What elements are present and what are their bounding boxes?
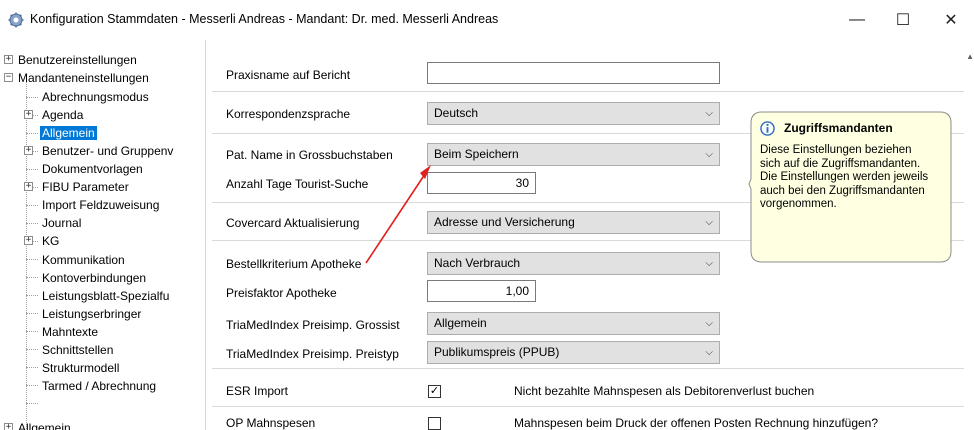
- tree-item-kg[interactable]: + KG: [24, 232, 59, 250]
- tree-item-strukturmodell[interactable]: Strukturmodell: [42, 359, 119, 377]
- callout-content: Zugriffsmandanten Diese Einstellungen be…: [760, 118, 945, 212]
- tree-item-label: Import Feldzuweisung: [42, 198, 160, 212]
- scroll-up-arrow-icon[interactable]: ▲: [966, 52, 974, 61]
- callout-body: Diese Einstellungen beziehen sich auf di…: [760, 144, 929, 210]
- tourist-label: Anzahl Tage Tourist-Suche: [226, 177, 369, 191]
- tree-item-label: Strukturmodell: [42, 361, 120, 375]
- chevron-down-icon: ⌵: [705, 258, 713, 269]
- settings-tree[interactable]: + Benutzereinstellungen − Mandanteneinst…: [0, 40, 206, 430]
- app-gear-icon: [8, 12, 24, 28]
- chevron-down-icon: ⌵: [705, 149, 713, 160]
- tree-item-mahntexte[interactable]: Mahntexte: [42, 323, 98, 341]
- tree-item-label: Dokumentvorlagen: [42, 162, 143, 176]
- tree-item-allgemein-root[interactable]: + Allgemein: [4, 419, 71, 430]
- pat-name-value: Beim Speichern: [434, 147, 519, 161]
- tree-item-label: Leistungsblatt-Spezialfu: [42, 289, 170, 303]
- tree-item-label: Journal: [42, 216, 82, 230]
- tree-item-schnittstellen[interactable]: Schnittstellen: [42, 341, 113, 359]
- op-option-label: Mahnspesen beim Druck der offenen Posten…: [514, 416, 879, 430]
- expand-icon[interactable]: +: [24, 146, 33, 155]
- esr-checkbox[interactable]: ✓: [428, 385, 441, 398]
- bestell-select[interactable]: Nach Verbrauch ⌵: [427, 252, 720, 275]
- esr-option-label: Nicht bezahlte Mahnspesen als Debitorenv…: [514, 384, 815, 398]
- tree-item-label: Agenda: [42, 108, 84, 122]
- chevron-down-icon: ⌵: [705, 217, 713, 228]
- korrespondenz-label: Korrespondenzsprache: [226, 107, 351, 121]
- op-label: OP Mahnspesen: [226, 416, 316, 430]
- tree-item-label: Schnittstellen: [42, 343, 114, 357]
- tree-item-import-feldzuweisung[interactable]: Import Feldzuweisung: [42, 196, 159, 214]
- tree-item-label: Allgemein: [40, 126, 97, 140]
- expand-icon[interactable]: +: [24, 110, 33, 119]
- collapse-icon[interactable]: −: [4, 73, 13, 82]
- preisfaktor-input[interactable]: 1,00: [427, 280, 536, 302]
- bestell-value: Nach Verbrauch: [434, 256, 521, 270]
- tria-preistyp-label: TriaMedIndex Preisimp. Preistyp: [226, 347, 399, 361]
- minimize-button[interactable]: —: [834, 0, 880, 40]
- title-bar: Konfiguration Stammdaten - Messerli Andr…: [0, 0, 974, 40]
- tree-item-agenda[interactable]: + Agenda: [24, 106, 83, 124]
- expand-icon[interactable]: +: [4, 55, 13, 64]
- tree-item-label: Tarmed / Abrechnung: [42, 379, 157, 393]
- tree-item-label: Mandanteneinstellungen: [18, 71, 149, 85]
- tree-item-benutzereinstellungen[interactable]: + Benutzereinstellungen: [4, 51, 137, 69]
- tree-item-abrechnungsmodus[interactable]: Abrechnungsmodus: [42, 88, 149, 106]
- tree-item-kontoverbindungen[interactable]: Kontoverbindungen: [42, 269, 146, 287]
- tree-item-fibu-parameter[interactable]: + FIBU Parameter: [24, 178, 129, 196]
- covercard-value: Adresse und Versicherung: [434, 215, 575, 229]
- maximize-button[interactable]: ☐: [880, 0, 926, 40]
- tria-grossist-label: TriaMedIndex Preisimp. Grossist: [226, 318, 400, 332]
- esr-label: ESR Import: [226, 384, 289, 398]
- tria-grossist-value: Allgemein: [434, 316, 487, 330]
- tree-item-label: Kommunikation: [42, 253, 125, 267]
- korrespondenz-value: Deutsch: [434, 106, 479, 120]
- chevron-down-icon: ⌵: [705, 108, 713, 119]
- tree-item-label: Benutzereinstellungen: [18, 53, 137, 67]
- tree-item-label: Allgemein: [18, 421, 71, 430]
- tree-item-label: Abrechnungsmodus: [42, 90, 149, 104]
- tria-preistyp-value: Publikumspreis (PPUB): [434, 345, 560, 359]
- tree-item-leistungsblatt[interactable]: Leistungsblatt-Spezialfu: [42, 287, 169, 305]
- tria-preistyp-select[interactable]: Publikumspreis (PPUB) ⌵: [427, 341, 720, 364]
- covercard-select[interactable]: Adresse und Versicherung ⌵: [427, 211, 720, 234]
- window-title: Konfiguration Stammdaten - Messerli Andr…: [30, 12, 499, 26]
- expand-icon[interactable]: +: [4, 423, 13, 430]
- tree-item-dokumentvorlagen[interactable]: Dokumentvorlagen: [42, 160, 143, 178]
- chevron-down-icon: ⌵: [705, 318, 713, 329]
- chevron-down-icon: ⌵: [705, 347, 713, 358]
- tree-item-allgemein[interactable]: Allgemein: [40, 124, 97, 142]
- close-button[interactable]: ✕: [928, 0, 974, 40]
- covercard-label: Covercard Aktualisierung: [226, 216, 360, 230]
- tree-item-kommunikation[interactable]: Kommunikation: [42, 251, 125, 269]
- tria-grossist-select[interactable]: Allgemein ⌵: [427, 312, 720, 335]
- info-icon: [760, 120, 775, 136]
- tree-item-label: KG: [42, 234, 60, 248]
- tree-item-label: Leistungserbringer: [42, 307, 142, 321]
- praxisname-input[interactable]: [427, 62, 720, 84]
- tree-item-leistungserbringer[interactable]: Leistungserbringer: [42, 305, 141, 323]
- expand-icon[interactable]: +: [24, 236, 33, 245]
- expand-icon[interactable]: +: [24, 182, 33, 191]
- tree-item-mandanteneinstellungen[interactable]: − Mandanteneinstellungen: [4, 69, 149, 87]
- tree-item-label: Mahntexte: [42, 325, 99, 339]
- preisfaktor-label: Preisfaktor Apotheke: [226, 286, 337, 300]
- tree-item-benutzer-gruppen[interactable]: + Benutzer- und Gruppenv: [24, 142, 173, 160]
- tree-item-journal[interactable]: Journal: [42, 214, 81, 232]
- op-checkbox[interactable]: [428, 417, 441, 430]
- pat-name-select[interactable]: Beim Speichern ⌵: [427, 143, 720, 166]
- praxisname-label: Praxisname auf Bericht: [226, 68, 351, 82]
- tree-item-label: Kontoverbindungen: [42, 271, 147, 285]
- callout-title: Zugriffsmandanten: [784, 121, 893, 135]
- korrespondenz-select[interactable]: Deutsch ⌵: [427, 102, 720, 125]
- tree-item-tarmed-abrechnung[interactable]: Tarmed / Abrechnung: [42, 377, 156, 395]
- pat-name-label: Pat. Name in Grossbuchstaben: [226, 148, 393, 162]
- tourist-input[interactable]: 30: [427, 172, 536, 194]
- bestell-label: Bestellkriterium Apotheke: [226, 257, 362, 271]
- tree-item-label: FIBU Parameter: [42, 180, 129, 194]
- tree-item-label: Benutzer- und Gruppenv: [42, 144, 174, 158]
